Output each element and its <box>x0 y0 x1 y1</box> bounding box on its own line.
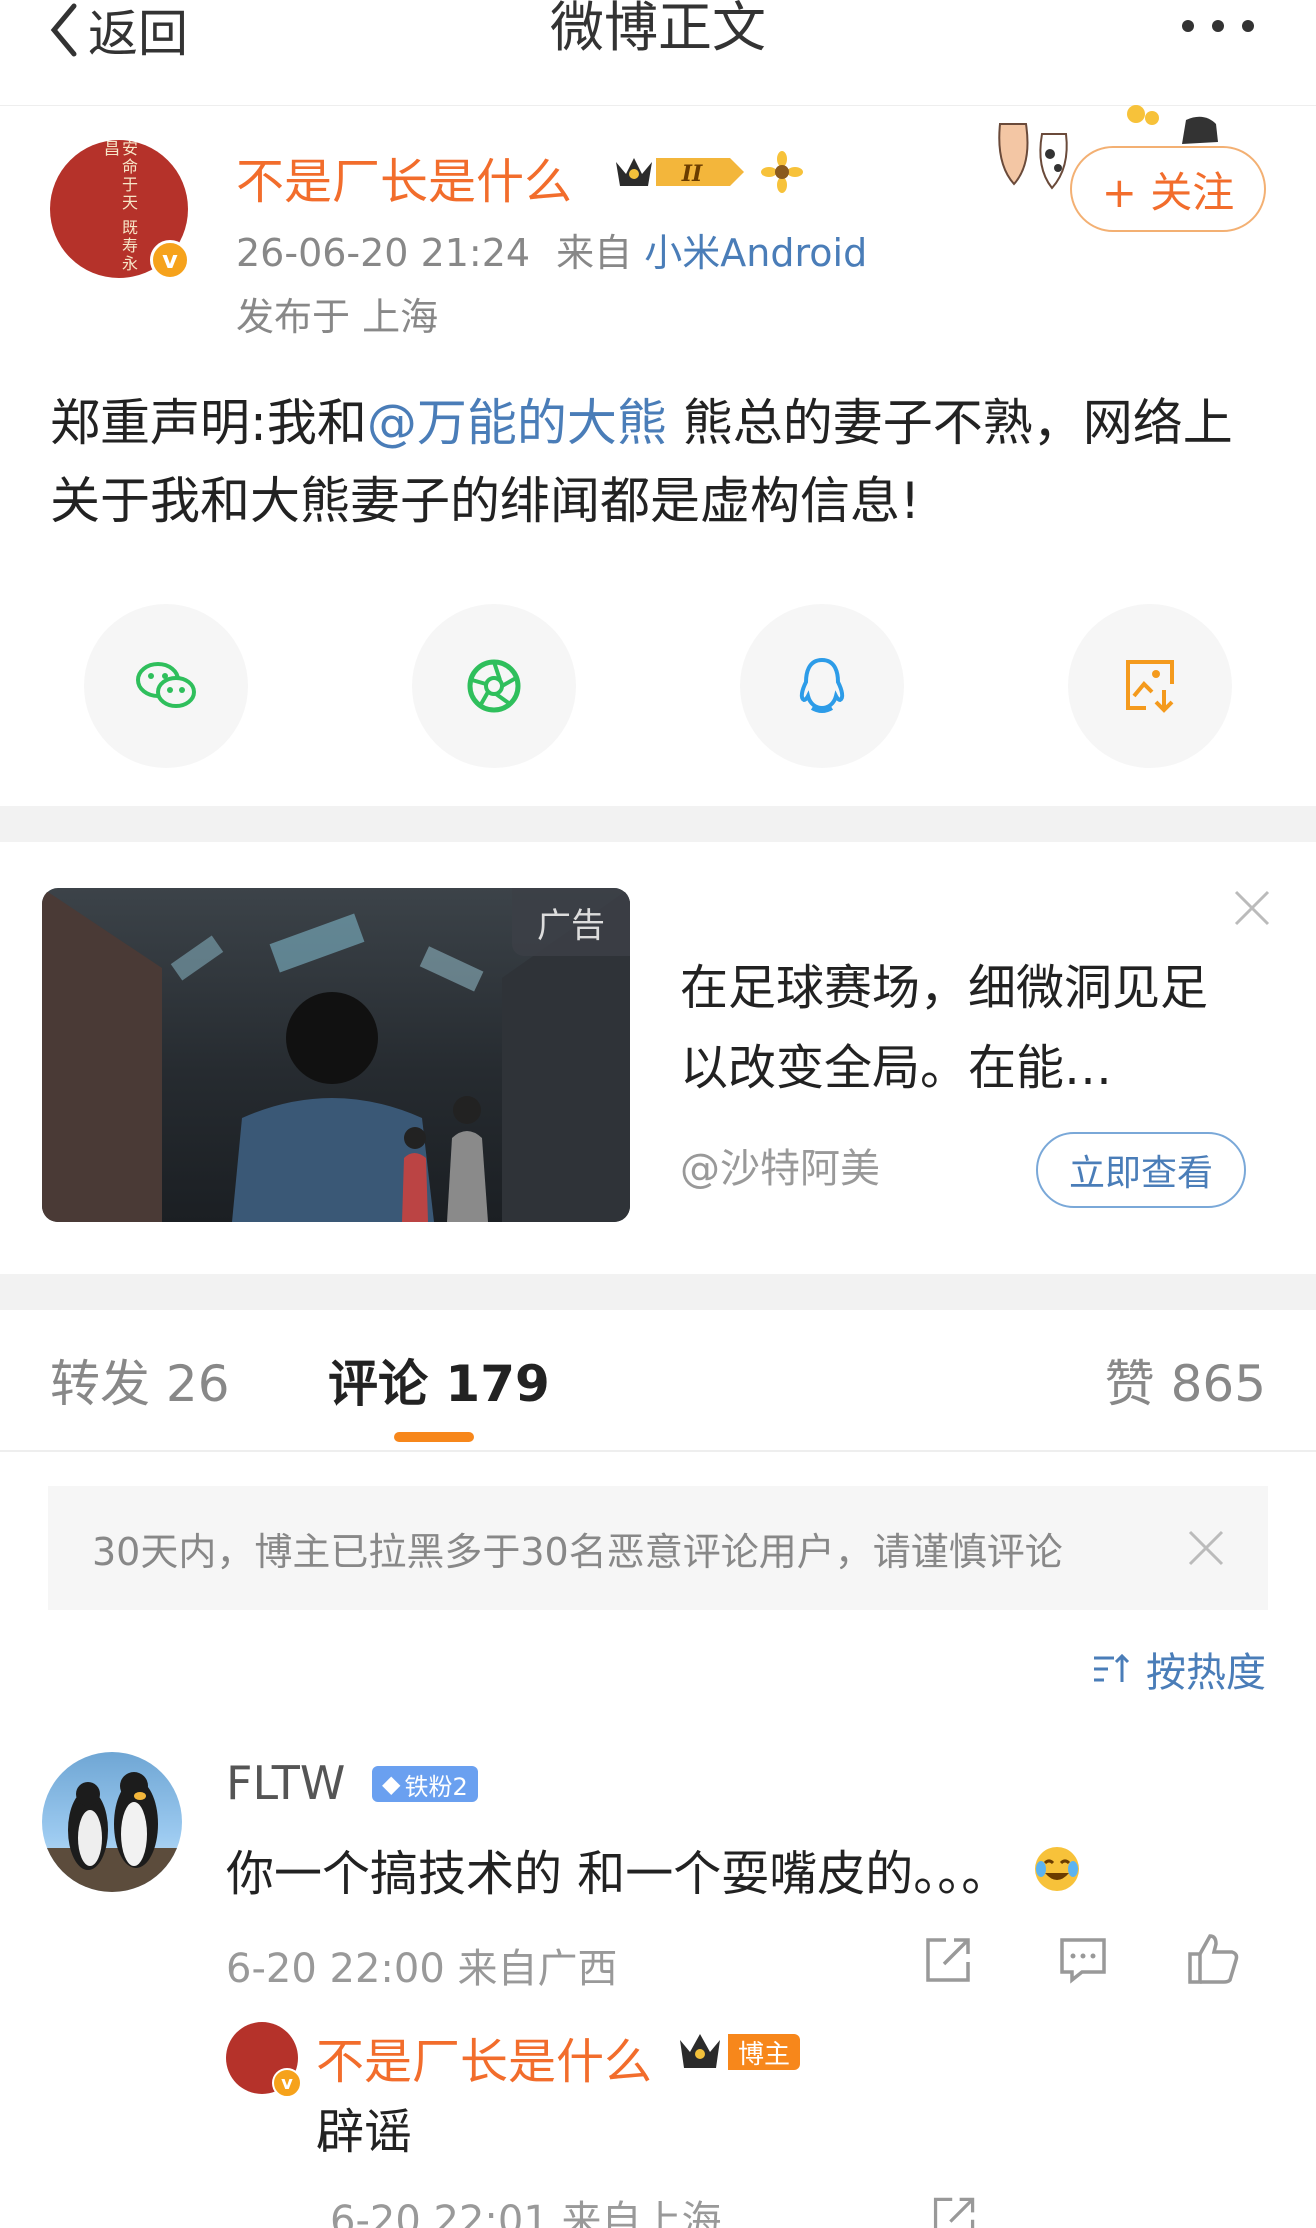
ad-tag: 广告 <box>512 888 630 956</box>
share-icon[interactable] <box>930 2192 980 2228</box>
post-body: 郑重声明:我和@万能的大熊 熊总的妻子不熟，网络上关于我和大熊妻子的绯闻都是虚构… <box>50 384 1280 540</box>
sort-icon <box>1094 1653 1130 1682</box>
ad-text[interactable]: 在足球赛场，细微洞见足以改变全局。在能… <box>680 948 1240 1108</box>
active-tab-indicator <box>394 1432 474 1442</box>
fan-level-badge: ◆ 铁粉2 <box>372 1766 478 1802</box>
penguin-avatar-image <box>42 1772 182 1892</box>
ad-brand[interactable]: @沙特阿美 <box>680 1136 880 1194</box>
notice-text: 30天内，博主已拉黑多于30名恶意评论用户，请谨慎评论 <box>92 1529 1063 1574</box>
section-divider <box>0 806 1316 842</box>
close-icon[interactable] <box>1232 888 1272 928</box>
sort-label: 按热度 <box>1146 1650 1266 1696</box>
follow-button[interactable]: + 关注 <box>1070 146 1266 232</box>
comment-icon[interactable] <box>1056 1932 1110 1986</box>
page-title: 微博正文 <box>550 0 766 59</box>
commenter-name[interactable]: FLTW <box>226 1756 345 1810</box>
host-badge: 博主 <box>676 2030 801 2074</box>
tab-likes[interactable]: 赞 865 <box>1105 1344 1266 1416</box>
diamond-icon: ◆ <box>382 1770 401 1798</box>
tab-repost[interactable]: 转发 26 <box>50 1344 230 1416</box>
post-source[interactable]: 小米Android <box>644 231 867 275</box>
save-image-button[interactable] <box>1068 604 1232 768</box>
reply-meta: 6-20 22:01 来自上海 <box>330 2198 722 2228</box>
host-tag: 博主 <box>728 2034 801 2070</box>
tabs-divider <box>0 1450 1316 1452</box>
mention-link[interactable]: @万能的大熊 <box>367 394 667 452</box>
sunflower-icon <box>761 151 803 193</box>
share-wechat-button[interactable] <box>84 604 248 768</box>
rank-label: II <box>681 161 703 187</box>
like-icon[interactable] <box>1186 1932 1240 1986</box>
crown-icon <box>680 2034 720 2068</box>
post-meta: 26-06-20 21:24 来自 小米Android <box>236 222 867 277</box>
comment-meta: 6-20 22:00 来自广西 <box>226 1946 618 1992</box>
ad-image[interactable]: 广告 <box>42 888 630 1222</box>
section-divider <box>0 1274 1316 1310</box>
share-moments-button[interactable] <box>412 604 576 768</box>
reply-text: 辟谣 <box>316 2104 413 2160</box>
avatar-seal-text: 安命于天 既寿永昌 <box>101 140 138 274</box>
post-location: 发布于 上海 <box>236 295 439 339</box>
replier-avatar[interactable]: v <box>226 2022 302 2098</box>
more-dot-icon <box>1242 20 1254 32</box>
fan-badge-label: 铁粉2 <box>404 1772 468 1801</box>
more-dot-icon <box>1212 20 1224 32</box>
ad-cta-button[interactable]: 立即查看 <box>1036 1132 1246 1208</box>
more-dot-icon <box>1182 20 1194 32</box>
top-bar: 返回 微博正文 <box>0 0 1316 106</box>
post-timestamp: 26-06-20 21:24 <box>236 231 531 275</box>
tab-comments[interactable]: 评论 179 <box>328 1344 550 1416</box>
crown-rank-badge-icon: II <box>616 158 744 187</box>
close-icon[interactable] <box>1184 1526 1228 1570</box>
share-icon[interactable] <box>922 1932 976 1986</box>
commenter-avatar[interactable] <box>42 1752 182 1892</box>
wechat-icon <box>136 662 196 708</box>
sort-button[interactable]: 按热度 <box>1092 1640 1266 1698</box>
laugh-cry-emoji-icon <box>1035 1847 1080 1891</box>
post-text-before: 郑重声明:我和 <box>50 394 367 452</box>
author-name[interactable]: 不是厂长是什么 <box>236 142 572 212</box>
qq-icon <box>799 657 845 713</box>
replier-name[interactable]: 不是厂长是什么 <box>316 2022 652 2092</box>
source-prefix: 来自 <box>556 231 633 275</box>
share-qq-button[interactable] <box>740 604 904 768</box>
author-avatar[interactable]: 安命于天 既寿永昌 v <box>50 140 190 280</box>
verified-badge-icon: v <box>150 240 190 280</box>
moments-icon <box>467 659 521 713</box>
comment-body: 你一个搞技术的 和一个耍嘴皮的。。。 <box>226 1846 1010 1902</box>
verified-badge-icon: v <box>272 2068 302 2098</box>
comment-notice: 30天内，博主已拉黑多于30名恶意评论用户，请谨慎评论 <box>48 1486 1268 1610</box>
comment-text: 你一个搞技术的 和一个耍嘴皮的。。。 <box>226 1834 1083 1904</box>
more-options-button[interactable] <box>1182 20 1254 32</box>
save-image-icon <box>1126 660 1174 713</box>
